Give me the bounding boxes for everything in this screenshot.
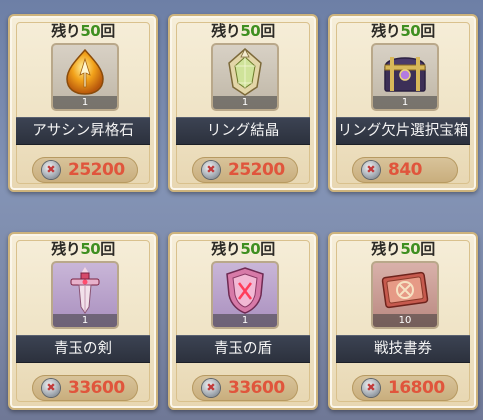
shop-item-card[interactable]: 残り50回 10 戦技書券 16800	[328, 232, 478, 410]
price-button[interactable]: 840	[352, 157, 458, 183]
sapphire-sword-icon	[70, 267, 100, 314]
remaining-count: 残り50回	[371, 22, 435, 40]
assassin-promotion-stone-icon	[66, 48, 104, 95]
remaining-count: 残り50回	[371, 240, 435, 258]
silver-coin-icon	[202, 379, 220, 397]
item-name: 青玉の剣	[16, 335, 150, 363]
item-quantity: 1	[53, 314, 117, 327]
treasure-chest-icon	[384, 57, 426, 92]
price-value: 840	[388, 160, 423, 180]
price-value: 16800	[388, 378, 445, 398]
sapphire-shield-icon	[226, 267, 264, 314]
price-button[interactable]: 25200	[192, 157, 298, 183]
ring-crystal-icon	[228, 48, 262, 96]
shop-item-card[interactable]: 残り50回 1 青玉の剣 33600	[8, 232, 158, 410]
remaining-count: 残り50回	[211, 22, 275, 40]
shop-item-card[interactable]: 残り50回 1 リング結晶 25200	[168, 14, 318, 192]
item-name: 戦技書券	[336, 335, 470, 363]
item-quantity: 1	[213, 96, 277, 109]
item-slot[interactable]: 1	[211, 261, 279, 329]
item-name: 青玉の盾	[176, 335, 310, 363]
item-quantity: 1	[53, 96, 117, 109]
price-button[interactable]: 25200	[32, 157, 138, 183]
price-value: 25200	[68, 160, 125, 180]
remaining-count: 残り50回	[51, 22, 115, 40]
item-name: リング欠片選択宝箱	[336, 117, 470, 145]
silver-coin-icon	[202, 161, 220, 179]
battle-skill-ticket-icon	[381, 271, 429, 309]
silver-coin-icon	[362, 379, 380, 397]
item-slot[interactable]: 1	[211, 43, 279, 111]
item-quantity: 10	[373, 314, 437, 327]
price-value: 33600	[228, 378, 285, 398]
price-value: 25200	[228, 160, 285, 180]
silver-coin-icon	[42, 379, 60, 397]
price-button[interactable]: 33600	[192, 375, 298, 401]
item-name: アサシン昇格石	[16, 117, 150, 145]
item-quantity: 1	[213, 314, 277, 327]
item-quantity: 1	[373, 96, 437, 109]
shop-item-card[interactable]: 残り50回 1 リング欠片選択宝箱 840	[328, 14, 478, 192]
item-slot[interactable]: 1	[51, 261, 119, 329]
silver-coin-icon	[362, 161, 380, 179]
item-slot[interactable]: 1	[371, 43, 439, 111]
item-slot[interactable]: 10	[371, 261, 439, 329]
remaining-count: 残り50回	[211, 240, 275, 258]
item-name: リング結晶	[176, 117, 310, 145]
shop-item-card[interactable]: 残り50回 1 アサシン昇格石 25200	[8, 14, 158, 192]
price-button[interactable]: 33600	[32, 375, 138, 401]
silver-coin-icon	[42, 161, 60, 179]
item-slot[interactable]: 1	[51, 43, 119, 111]
remaining-count: 残り50回	[51, 240, 115, 258]
price-button[interactable]: 16800	[352, 375, 458, 401]
shop-item-card[interactable]: 残り50回 1 青玉の盾 33600	[168, 232, 318, 410]
price-value: 33600	[68, 378, 125, 398]
